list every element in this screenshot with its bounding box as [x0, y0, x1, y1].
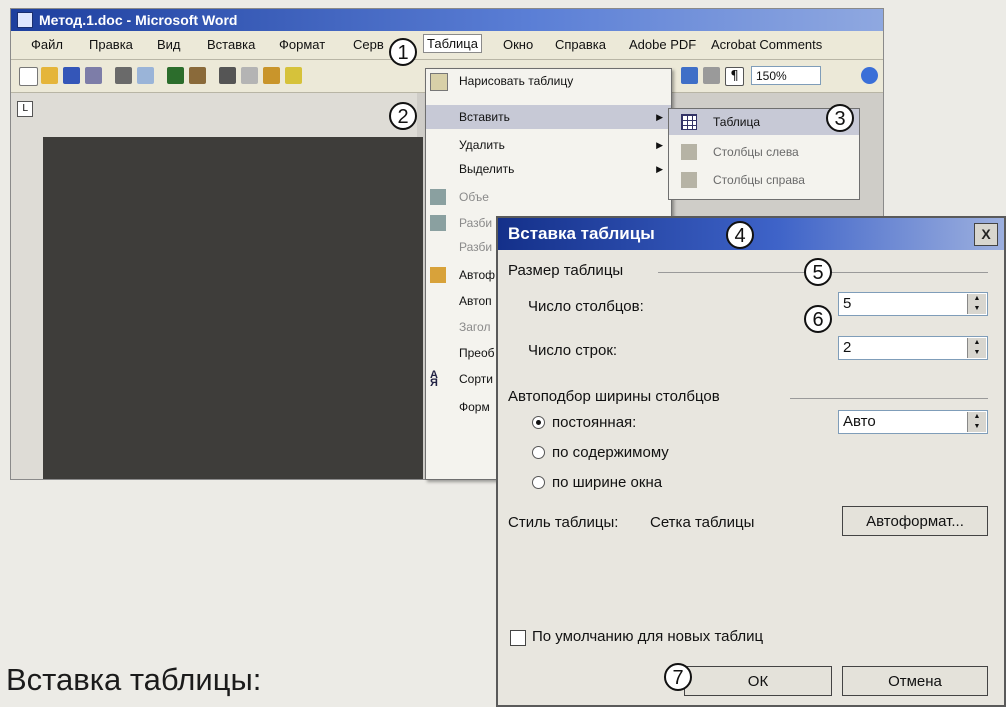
step-marker-5: 5: [804, 258, 832, 286]
tab-selector-button[interactable]: L: [17, 101, 33, 117]
autofit-group-label: Автоподбор ширины столбцов: [508, 388, 720, 405]
columns-spin-icon[interactable]: ▲ ▼: [967, 294, 986, 314]
zoom-select[interactable]: 150%: [751, 66, 821, 85]
research-icon[interactable]: [189, 67, 206, 84]
default-checkbox[interactable]: [510, 630, 526, 646]
cancel-button[interactable]: Отмена: [842, 666, 988, 696]
insert-table-dialog: Вставка таблицы X Размер таблицы Число с…: [496, 216, 1006, 707]
dialog-title: Вставка таблицы: [508, 224, 655, 243]
window-title: Метод.1.doc - Microsoft Word: [39, 12, 238, 28]
columns-label: Число столбцов:: [528, 298, 644, 315]
permission-icon[interactable]: [85, 67, 102, 84]
page-caption: Вставка таблицы:: [6, 662, 262, 697]
print-preview-icon[interactable]: [137, 67, 154, 84]
columns-left-icon: [681, 144, 697, 160]
columns-right-icon: [681, 172, 697, 188]
menu-insert[interactable]: Вставка: [207, 37, 255, 52]
menu-item-merge-cells[interactable]: Объе: [426, 185, 671, 209]
radio-content[interactable]: [532, 446, 545, 459]
columns-input[interactable]: 5 ▲ ▼: [838, 292, 988, 316]
close-icon[interactable]: X: [974, 223, 998, 246]
save-icon[interactable]: [63, 67, 80, 84]
radio-fixed[interactable]: [532, 416, 545, 429]
fixed-spin-icon[interactable]: ▲ ▼: [967, 412, 986, 432]
menu-table[interactable]: Таблица: [423, 34, 482, 53]
merge-cells-icon: [430, 189, 446, 205]
rows-input[interactable]: 2 ▲ ▼: [838, 336, 988, 360]
menu-help[interactable]: Справка: [555, 37, 606, 52]
cut-icon[interactable]: [219, 67, 236, 84]
rows-label: Число строк:: [528, 342, 618, 359]
menu-item-insert[interactable]: Вставить ▶: [426, 105, 671, 129]
autoformat-icon: [430, 267, 446, 283]
size-group-label: Размер таблицы: [508, 262, 624, 279]
menu-item-draw-table[interactable]: Нарисовать таблицу: [426, 69, 671, 93]
sort-az-icon: AЯ: [430, 369, 438, 389]
window-titlebar: Метод.1.doc - Microsoft Word: [11, 9, 883, 31]
step-marker-1: 1: [389, 38, 417, 66]
copy-icon[interactable]: [241, 67, 258, 84]
submenu-arrow-icon: ▶: [656, 164, 663, 174]
radio-content-label: по содержимому: [552, 444, 669, 461]
document-page[interactable]: [43, 137, 423, 479]
menu-tools[interactable]: Серв: [353, 37, 384, 52]
new-doc-icon[interactable]: [19, 67, 38, 86]
hyperlink-icon[interactable]: [681, 67, 698, 84]
table-icon: [681, 114, 697, 130]
menu-file[interactable]: Файл: [31, 37, 63, 52]
menu-bar: Файл Правка Вид Вставка Формат Серв Табл…: [11, 31, 883, 60]
paste-icon[interactable]: [263, 67, 280, 84]
fixed-width-input[interactable]: Авто ▲ ▼: [838, 410, 988, 434]
menu-window[interactable]: Окно: [503, 37, 533, 52]
menu-item-select[interactable]: Выделить ▶: [426, 157, 671, 181]
table-style-value: Сетка таблицы: [650, 514, 755, 531]
spelling-icon[interactable]: [167, 67, 184, 84]
pencil-table-icon: [430, 73, 448, 91]
default-checkbox-label: По умолчанию для новых таблиц: [532, 628, 764, 645]
open-folder-icon[interactable]: [41, 67, 58, 84]
submenu-item-columns-left[interactable]: Столбцы слева: [669, 139, 859, 165]
show-formatting-icon[interactable]: ¶: [725, 67, 744, 86]
menu-acrobat-comments[interactable]: Acrobat Comments: [711, 37, 822, 52]
rows-spin-icon[interactable]: ▲ ▼: [967, 338, 986, 358]
menu-format[interactable]: Формат: [279, 37, 325, 52]
step-marker-4: 4: [726, 221, 754, 249]
table-style-label: Стиль таблицы:: [508, 514, 619, 531]
split-cells-icon: [430, 215, 446, 231]
step-marker-3: 3: [826, 104, 854, 132]
radio-fixed-label: постоянная:: [552, 414, 637, 431]
menu-adobe-pdf[interactable]: Adobe PDF: [629, 37, 696, 52]
radio-window[interactable]: [532, 476, 545, 489]
group-divider: [790, 398, 988, 399]
menu-view[interactable]: Вид: [157, 37, 181, 52]
step-marker-7: 7: [664, 663, 692, 691]
word-app-icon: [17, 12, 33, 28]
menu-edit[interactable]: Правка: [89, 37, 133, 52]
autoformat-button[interactable]: Автоформат...: [842, 506, 988, 536]
help-icon[interactable]: [861, 67, 878, 84]
step-marker-2: 2: [389, 102, 417, 130]
submenu-item-columns-right[interactable]: Столбцы справа: [669, 167, 859, 193]
print-icon[interactable]: [115, 67, 132, 84]
step-marker-6: 6: [804, 305, 832, 333]
menu-item-delete[interactable]: Удалить ▶: [426, 133, 671, 157]
submenu-arrow-icon: ▶: [656, 112, 663, 122]
document-area: L: [11, 93, 423, 479]
ok-button[interactable]: ОК: [684, 666, 832, 696]
submenu-arrow-icon: ▶: [656, 140, 663, 150]
format-painter-icon[interactable]: [285, 67, 302, 84]
tables-borders-icon[interactable]: [703, 67, 720, 84]
radio-window-label: по ширине окна: [552, 474, 663, 491]
